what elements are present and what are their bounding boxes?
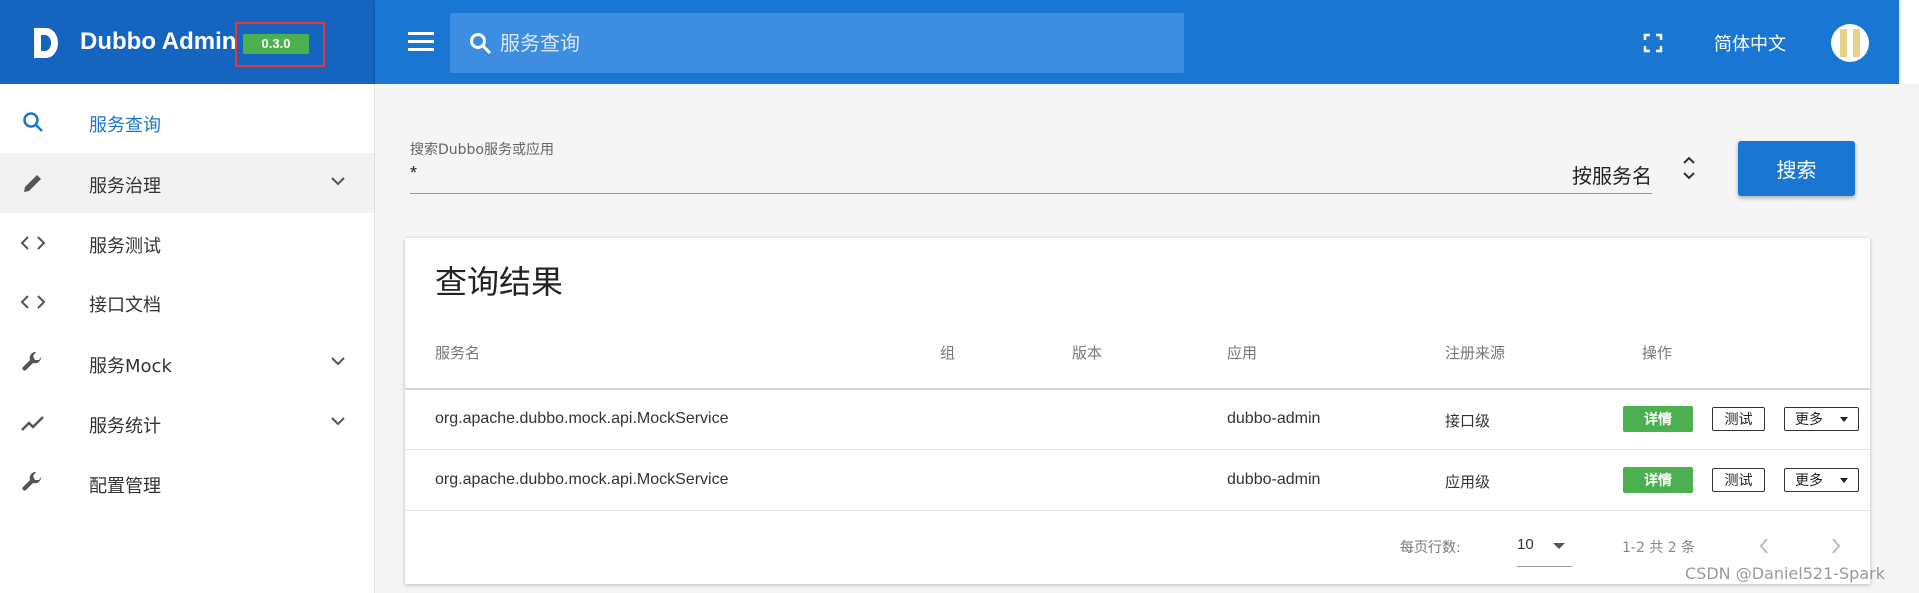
more-button[interactable]: 更多 <box>1784 468 1859 492</box>
column-header-actions: 操作 <box>1642 344 1673 362</box>
search-icon <box>23 112 43 132</box>
more-button-label: 更多 <box>1795 473 1823 489</box>
version-badge: 0.3.0 <box>243 34 309 54</box>
language-switcher[interactable]: 简体中文 <box>1714 30 1786 56</box>
rows-per-page-label: 每页行数: <box>1400 540 1461 556</box>
sidebar-item-label: 服务统计 <box>89 416 161 437</box>
code-icon <box>20 295 46 309</box>
sidebar-item-label: 配置管理 <box>89 476 161 497</box>
search-input-underline <box>410 193 1652 194</box>
table-header-divider <box>405 388 1870 390</box>
search-field-label: 搜索Dubbo服务或应用 <box>410 142 554 158</box>
code-icon <box>20 236 46 250</box>
caret-down-icon <box>1840 417 1848 422</box>
sidebar-item-service-stats[interactable]: 服务统计 <box>0 393 374 453</box>
menu-icon[interactable] <box>408 32 434 52</box>
table-cell-application: dubbo-admin <box>1227 410 1321 427</box>
detail-button[interactable]: 详情 <box>1623 467 1693 493</box>
sidebar-item-config-management[interactable]: 配置管理 <box>0 453 374 513</box>
table-cell-service: org.apache.dubbo.mock.api.MockService <box>435 410 729 427</box>
search-input[interactable]: * <box>410 163 417 184</box>
search-icon <box>470 33 492 55</box>
table-cell-application: dubbo-admin <box>1227 471 1321 488</box>
rows-per-page-select[interactable]: 10 <box>1517 536 1534 553</box>
sidebar-item-label: 服务治理 <box>89 176 161 197</box>
test-button[interactable]: 测试 <box>1712 407 1765 431</box>
sidebar-item-label: 服务测试 <box>89 236 161 257</box>
fullscreen-icon[interactable] <box>1643 33 1663 53</box>
trending-icon <box>21 416 44 431</box>
sidebar-item-service-query[interactable]: 服务查询 <box>0 92 374 152</box>
search-type-select[interactable]: 按服务名 <box>1572 160 1652 189</box>
column-header-group[interactable]: 组 <box>940 342 955 363</box>
sidebar-item-service-governance[interactable]: 服务治理 <box>0 153 374 213</box>
wrench-icon <box>22 351 42 371</box>
pagination-range: 1-2 共 2 条 <box>1622 540 1696 556</box>
app-title: Dubbo Admin <box>80 28 237 55</box>
more-button-label: 更多 <box>1795 412 1823 428</box>
header-search[interactable] <box>450 13 1184 73</box>
chevron-down-icon <box>331 417 345 426</box>
pencil-icon <box>24 175 41 192</box>
sidebar-item-label: 接口文档 <box>89 295 161 316</box>
chevron-down-icon <box>331 177 345 186</box>
chevron-down-icon <box>331 357 345 366</box>
more-button[interactable]: 更多 <box>1784 407 1859 431</box>
results-title: 查询结果 <box>435 263 564 301</box>
table-cell-service: org.apache.dubbo.mock.api.MockService <box>435 471 729 488</box>
sidebar-item-api-docs[interactable]: 接口文档 <box>0 272 374 332</box>
watermark: CSDN @Daniel521-Spark <box>1685 564 1885 583</box>
wrench-icon <box>22 471 42 491</box>
column-header-version[interactable]: 版本 <box>1072 342 1102 363</box>
scrollbar-track[interactable] <box>1900 84 1919 593</box>
sidebar-item-service-mock[interactable]: 服务Mock <box>0 333 374 393</box>
column-header-service[interactable]: 服务名 <box>435 342 480 363</box>
caret-down-icon[interactable] <box>1553 543 1565 549</box>
caret-down-icon <box>1840 478 1848 483</box>
rows-per-page-underline <box>1517 566 1572 567</box>
column-header-application[interactable]: 应用 <box>1227 342 1257 363</box>
chevron-right-icon[interactable] <box>1829 536 1843 556</box>
search-button[interactable]: 搜索 <box>1738 141 1855 196</box>
avatar[interactable] <box>1831 24 1869 62</box>
sidebar-item-label: 服务Mock <box>89 356 172 377</box>
table-footer-divider <box>405 510 1870 511</box>
table-cell-source: 接口级 <box>1445 412 1491 430</box>
detail-button[interactable]: 详情 <box>1623 406 1693 432</box>
chevron-left-icon[interactable] <box>1757 536 1771 556</box>
dubbo-logo-icon <box>34 28 58 58</box>
header-search-input[interactable] <box>500 13 1160 73</box>
column-header-source[interactable]: 注册来源 <box>1445 342 1505 363</box>
table-row-divider <box>405 449 1870 450</box>
table-cell-source: 应用级 <box>1445 473 1491 491</box>
test-button[interactable]: 测试 <box>1712 468 1765 492</box>
sidebar-item-service-test[interactable]: 服务测试 <box>0 213 374 273</box>
unfold-icon[interactable] <box>1680 153 1698 183</box>
sidebar-item-label: 服务查询 <box>89 115 161 136</box>
